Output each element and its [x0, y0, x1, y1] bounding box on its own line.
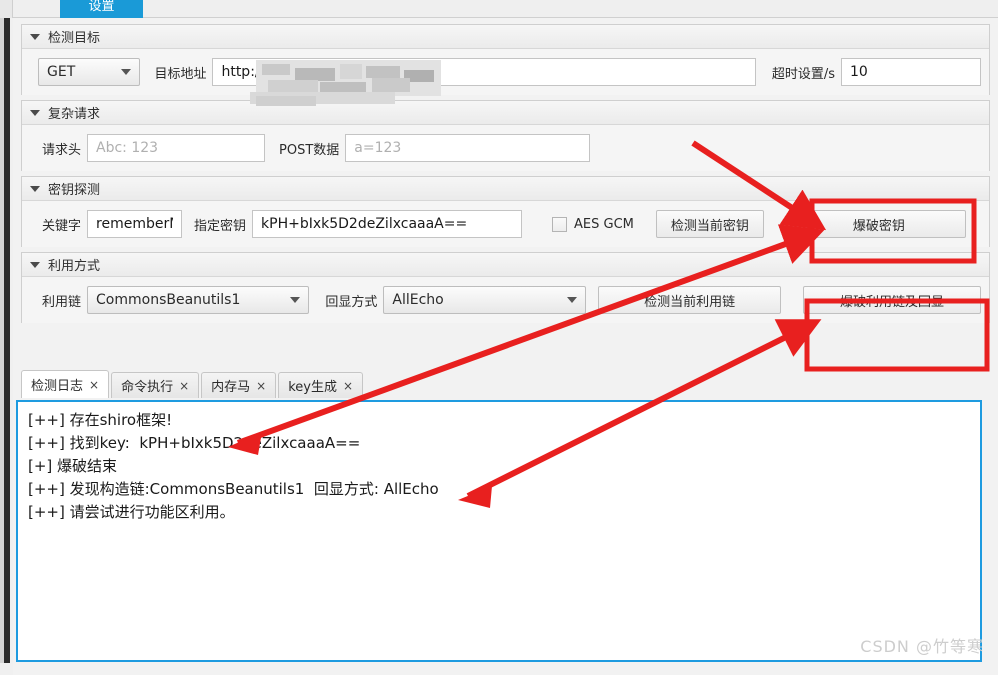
tab-command-execution-label: 命令执行 — [121, 376, 173, 395]
panel-complex-request-body: 请求头 POST数据 — [22, 125, 989, 171]
panel-complex-request-header[interactable]: 复杂请求 — [22, 101, 989, 125]
panel-exploit-method-title: 利用方式 — [48, 255, 100, 274]
brute-force-chain-echo-button[interactable]: 爆破利用链及回显 — [803, 286, 981, 314]
tab-key-generation[interactable]: key生成 × — [278, 372, 363, 398]
log-line: [+] 爆破结束 — [28, 455, 970, 478]
chevron-down-icon — [30, 186, 40, 192]
close-icon[interactable]: × — [256, 379, 266, 393]
close-icon[interactable]: × — [89, 378, 99, 392]
timeout-input[interactable] — [841, 58, 981, 86]
close-icon[interactable]: × — [179, 379, 189, 393]
panel-exploit-method: 利用方式 利用链 CommonsBeanutils1 回显方式 AllEcho … — [21, 252, 990, 323]
left-edge-dark-line — [4, 18, 10, 663]
panel-exploit-method-header[interactable]: 利用方式 — [22, 253, 989, 277]
chevron-down-icon — [567, 297, 577, 303]
tab-command-execution[interactable]: 命令执行 × — [111, 372, 199, 398]
panel-target-header[interactable]: 检测目标 — [22, 25, 989, 49]
aes-gcm-checkbox-wrap[interactable]: AES GCM — [552, 217, 634, 232]
specify-key-input[interactable] — [252, 210, 522, 238]
log-line: [++] 请尝试进行功能区利用。 — [28, 501, 970, 524]
exploit-chain-select[interactable]: CommonsBeanutils1 — [87, 286, 309, 314]
log-line: [++] 找到key: kPH+bIxk5D2deZilxcaaaA== — [28, 432, 970, 455]
top-bar-background — [13, 0, 998, 18]
method-select-value: GET — [47, 64, 111, 80]
tab-settings[interactable]: 设置 — [60, 0, 143, 18]
tab-key-generation-label: key生成 — [288, 376, 337, 395]
tab-detection-log-label: 检测日志 — [31, 375, 83, 394]
url-input[interactable] — [212, 58, 755, 86]
tab-detection-log[interactable]: 检测日志 × — [21, 370, 109, 398]
tab-memory-shell[interactable]: 内存马 × — [201, 372, 276, 398]
exploit-chain-label: 利用链 — [36, 291, 87, 310]
request-header-label: 请求头 — [36, 139, 87, 158]
brute-force-key-button[interactable]: 爆破密钥 — [792, 210, 966, 238]
panel-target-body: GET 目标地址 超时设置/s — [22, 49, 989, 95]
echo-method-label: 回显方式 — [319, 291, 383, 310]
request-header-input[interactable] — [87, 134, 265, 162]
chevron-down-icon — [30, 110, 40, 116]
panel-key-detection-title: 密钥探测 — [48, 179, 100, 198]
log-line: [++] 存在shiro框架! — [28, 409, 970, 432]
left-edge-top — [0, 0, 13, 18]
left-window-edge — [0, 0, 13, 675]
close-icon[interactable]: × — [343, 379, 353, 393]
timeout-label: 超时设置/s — [766, 63, 841, 82]
detect-current-chain-button[interactable]: 检测当前利用链 — [598, 286, 781, 314]
panel-target-title: 检测目标 — [48, 27, 100, 46]
panel-complex-request-title: 复杂请求 — [48, 103, 100, 122]
panel-key-detection-header[interactable]: 密钥探测 — [22, 177, 989, 201]
echo-method-value: AllEcho — [392, 292, 557, 308]
log-tab-strip: 检测日志 × 命令执行 × 内存马 × key生成 × — [21, 370, 365, 398]
detect-current-key-button[interactable]: 检测当前密钥 — [656, 210, 764, 238]
panel-exploit-method-body: 利用链 CommonsBeanutils1 回显方式 AllEcho 检测当前利… — [22, 277, 989, 323]
chevron-down-icon — [30, 34, 40, 40]
panel-key-detection: 密钥探测 关键字 指定密钥 AES GCM 检测当前密钥 爆破密钥 — [21, 176, 990, 247]
chevron-down-icon — [121, 69, 131, 75]
method-select[interactable]: GET — [38, 58, 140, 86]
application-window: 设置 检测目标 GET 目标地址 超时设置/s 复杂请 — [0, 0, 998, 675]
log-line: [++] 发现构造链:CommonsBeanutils1 回显方式: AllEc… — [28, 478, 970, 501]
chevron-down-icon — [290, 297, 300, 303]
aes-gcm-label: AES GCM — [574, 217, 634, 232]
panel-key-detection-body: 关键字 指定密钥 AES GCM 检测当前密钥 爆破密钥 — [22, 201, 989, 247]
panel-complex-request: 复杂请求 请求头 POST数据 — [21, 100, 990, 171]
chevron-down-icon — [30, 262, 40, 268]
post-data-label: POST数据 — [273, 139, 345, 158]
echo-method-select[interactable]: AllEcho — [383, 286, 586, 314]
keyword-input[interactable] — [87, 210, 182, 238]
keyword-label: 关键字 — [36, 215, 87, 234]
aes-gcm-checkbox[interactable] — [552, 217, 567, 232]
detection-log-output[interactable]: [++] 存在shiro框架! [++] 找到key: kPH+bIxk5D2d… — [16, 400, 982, 662]
post-data-input[interactable] — [345, 134, 590, 162]
url-label: 目标地址 — [148, 63, 212, 82]
specify-key-label: 指定密钥 — [188, 215, 252, 234]
panel-target: 检测目标 GET 目标地址 超时设置/s — [21, 24, 990, 95]
tab-memory-shell-label: 内存马 — [211, 376, 250, 395]
exploit-chain-value: CommonsBeanutils1 — [96, 292, 280, 308]
